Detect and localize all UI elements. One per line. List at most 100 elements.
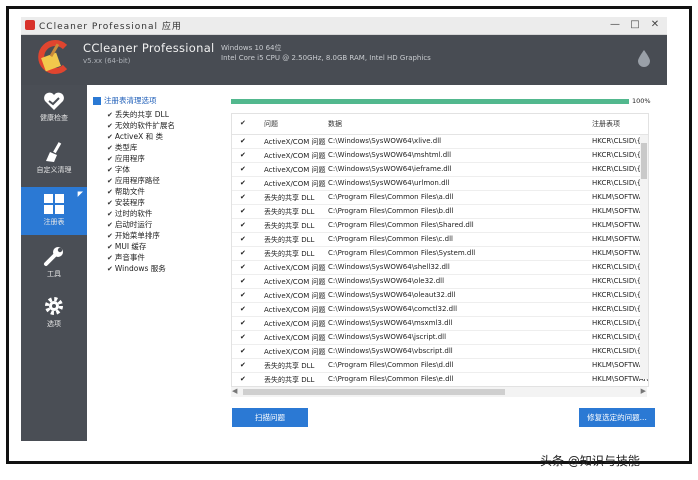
tree-item[interactable]: ✔ 安装程序	[107, 190, 145, 207]
cell-data: C:\Windows\SysWOW64\jscript.dll	[328, 333, 447, 341]
cell-problem: 丢失的共享 DLL	[264, 208, 315, 216]
table-row[interactable]: ✔ 丢失的共享 DLL C:\Program Files\Common Files\…	[232, 247, 648, 261]
table-row[interactable]: ✔ 丢失的共享 DLL C:\Program Files\Common Files\…	[232, 233, 648, 247]
table-row[interactable]: ✔ ActiveX/COM 问题 C:\Windows\SysWOW64\comct…	[232, 303, 648, 317]
cell-data: C:\Program Files\Common Files\b.dll	[328, 207, 454, 215]
table-row[interactable]: ✔ ActiveX/COM 问题 C:\Windows\SysWOW64\oleau…	[232, 289, 648, 303]
table-row[interactable]: ✔ 丢失的共享 DLL C:\Program Files\Common Files\…	[232, 373, 648, 386]
tree-item[interactable]: ✔ MUI 缓存	[107, 234, 146, 251]
tree-root-checkbox[interactable]	[93, 96, 101, 105]
row-check-icon[interactable]: ✔	[240, 333, 246, 341]
fix-selected-issues-button[interactable]: 修复选定的问题...	[579, 408, 655, 427]
row-check-icon[interactable]: ✔	[240, 221, 246, 229]
cell-problem: 丢失的共享 DLL	[264, 362, 315, 370]
tree-item[interactable]: ✔ 丢失的共享 DLL	[107, 102, 169, 119]
sidebar-item-tools[interactable]: 工具	[21, 239, 87, 287]
cell-data: C:\Program Files\Common Files\a.dll	[328, 193, 454, 201]
table-row[interactable]: ✔ ActiveX/COM 问题 C:\Windows\SysWOW64\mshtm…	[232, 149, 648, 163]
table-row[interactable]: ✔ ActiveX/COM 问题 C:\Windows\SysWOW64\iefra…	[232, 163, 648, 177]
horizontal-scrollbar-thumb[interactable]	[243, 389, 505, 395]
cell-problem: ActiveX/COM 问题	[264, 320, 326, 328]
cell-data: C:\Windows\SysWOW64\ole32.dll	[328, 277, 445, 285]
row-check-icon[interactable]: ✔	[240, 249, 246, 257]
vertical-scrollbar-thumb[interactable]	[641, 143, 647, 179]
table-row[interactable]: ✔ ActiveX/COM 问题 C:\Windows\SysWOW64\xlive…	[232, 135, 648, 149]
scroll-right-icon[interactable]: ▶	[641, 387, 646, 395]
close-button[interactable]: ✕	[647, 18, 663, 32]
cell-data: C:\Windows\SysWOW64\oleaut32.dll	[328, 291, 456, 299]
scan-issues-button[interactable]: 扫描问题	[232, 408, 308, 427]
tree-item[interactable]: ✔ 过时的软件	[107, 201, 152, 218]
row-check-icon[interactable]: ✔	[240, 277, 246, 285]
row-check-icon[interactable]: ✔	[240, 207, 246, 215]
sidebar-item-custom-clean[interactable]: 自定义清理	[21, 135, 87, 183]
sidebar-item-options[interactable]: 选项	[21, 289, 87, 337]
cell-problem: ActiveX/COM 问题	[264, 152, 326, 160]
system-info-os: Windows 10 64位	[221, 44, 282, 52]
scan-progress-label: 100%	[632, 97, 651, 105]
cell-data: C:\Windows\SysWOW64\vbscript.dll	[328, 347, 453, 355]
scroll-left-icon[interactable]: ◀	[232, 387, 237, 395]
row-check-icon[interactable]: ✔	[240, 347, 246, 355]
tree-item[interactable]: ✔ 字体	[107, 157, 130, 174]
table-row[interactable]: ✔ ActiveX/COM 问题 C:\Windows\SysWOW64\jscri…	[232, 331, 648, 345]
tree-item[interactable]: ✔ 开始菜单排序	[107, 223, 160, 240]
row-check-icon[interactable]: ✔	[240, 361, 246, 369]
header-checkbox-icon[interactable]: ✔	[240, 119, 246, 127]
tree-item[interactable]: ✔ 应用程序路径	[107, 168, 160, 185]
system-info-hardware: Intel Core i5 CPU @ 2.50GHz, 8.0GB RAM, …	[221, 54, 431, 62]
tree-item[interactable]: ✔ 类型库	[107, 135, 137, 152]
tree-item[interactable]: ✔ 声音事件	[107, 245, 145, 262]
scan-progress-bar	[231, 99, 629, 104]
tree-item[interactable]: ✔ 应用程序	[107, 146, 145, 163]
table-row[interactable]: ✔ 丢失的共享 DLL C:\Program Files\Common Files\…	[232, 359, 648, 373]
row-check-icon[interactable]: ✔	[240, 179, 246, 187]
sidebar-item-registry[interactable]: ◤ 注册表	[21, 187, 87, 235]
tree-item[interactable]: ✔ ActiveX 和 类	[107, 124, 163, 141]
table-row[interactable]: ✔ ActiveX/COM 问题 C:\Windows\SysWOW64\vbscr…	[232, 345, 648, 359]
app-version: v5.xx (64-bit)	[83, 57, 131, 65]
column-header-registry-key[interactable]: 注册表项	[592, 119, 620, 129]
sidebar-item-health-check[interactable]: 健康检查	[21, 85, 87, 133]
table-row[interactable]: ✔ ActiveX/COM 问题 C:\Windows\SysWOW64\msxml…	[232, 317, 648, 331]
droplet-icon[interactable]	[637, 49, 651, 67]
cell-data: C:\Program Files\Common Files\System.dll	[328, 249, 476, 257]
row-check-icon[interactable]: ✔	[240, 151, 246, 159]
tree-root[interactable]: 注册表清理选项	[93, 90, 157, 105]
tree-item[interactable]: ✔ Windows 服务	[107, 256, 166, 273]
sidebar: 健康检查 自定义清理 ◤ 注册表 工具 选项	[21, 85, 87, 441]
column-header-problem[interactable]: 问题	[264, 119, 278, 129]
row-check-icon[interactable]: ✔	[240, 319, 246, 327]
broom-icon	[46, 142, 62, 162]
column-header-data[interactable]: 数据	[328, 119, 342, 129]
row-check-icon[interactable]: ✔	[240, 193, 246, 201]
tree-item[interactable]: ✔ 无效的软件扩展名	[107, 113, 175, 130]
row-check-icon[interactable]: ✔	[240, 137, 246, 145]
row-check-icon[interactable]: ✔	[240, 305, 246, 313]
horizontal-scrollbar[interactable]: ◀ ▶	[231, 387, 647, 397]
table-row[interactable]: ✔ 丢失的共享 DLL C:\Program Files\Common Files\…	[232, 191, 648, 205]
table-row[interactable]: ✔ ActiveX/COM 问题 C:\Windows\SysWOW64\shell…	[232, 261, 648, 275]
cell-data: C:\Program Files\Common Files\d.dll	[328, 361, 454, 369]
grid-icon	[44, 194, 64, 214]
registry-options-tree: 注册表清理选项 ✔ 丢失的共享 DLL ✔ 无效的软件扩展名 ✔ ActiveX 和 类 ✔…	[89, 87, 224, 437]
table-row[interactable]: ✔ ActiveX/COM 问题 C:\Windows\SysWOW64\urlmo…	[232, 177, 648, 191]
tree-item[interactable]: ✔ 启动时运行	[107, 212, 152, 229]
row-check-icon[interactable]: ✔	[240, 375, 246, 383]
tree-item[interactable]: ✔ 帮助文件	[107, 179, 145, 196]
maximize-button[interactable]: □	[627, 18, 643, 32]
table-row[interactable]: ✔ ActiveX/COM 问题 C:\Windows\SysWOW64\ole32…	[232, 275, 648, 289]
tree-item-check-icon[interactable]: ✔	[107, 265, 113, 273]
minimize-button[interactable]: —	[607, 18, 623, 32]
row-check-icon[interactable]: ✔	[240, 235, 246, 243]
row-check-icon[interactable]: ✔	[240, 165, 246, 173]
table-row[interactable]: ✔ 丢失的共享 DLL C:\Program Files\Common Files\…	[232, 205, 648, 219]
row-check-icon[interactable]: ✔	[240, 291, 246, 299]
row-check-icon[interactable]: ✔	[240, 263, 246, 271]
heart-check-icon	[44, 92, 64, 110]
table-row[interactable]: ✔ 丢失的共享 DLL C:\Program Files\Common Files\…	[232, 219, 648, 233]
cell-data: C:\Windows\SysWOW64\shell32.dll	[328, 263, 450, 271]
cell-problem: 丢失的共享 DLL	[264, 194, 315, 202]
vertical-scrollbar[interactable]	[640, 135, 648, 379]
cell-problem: ActiveX/COM 问题	[264, 278, 326, 286]
